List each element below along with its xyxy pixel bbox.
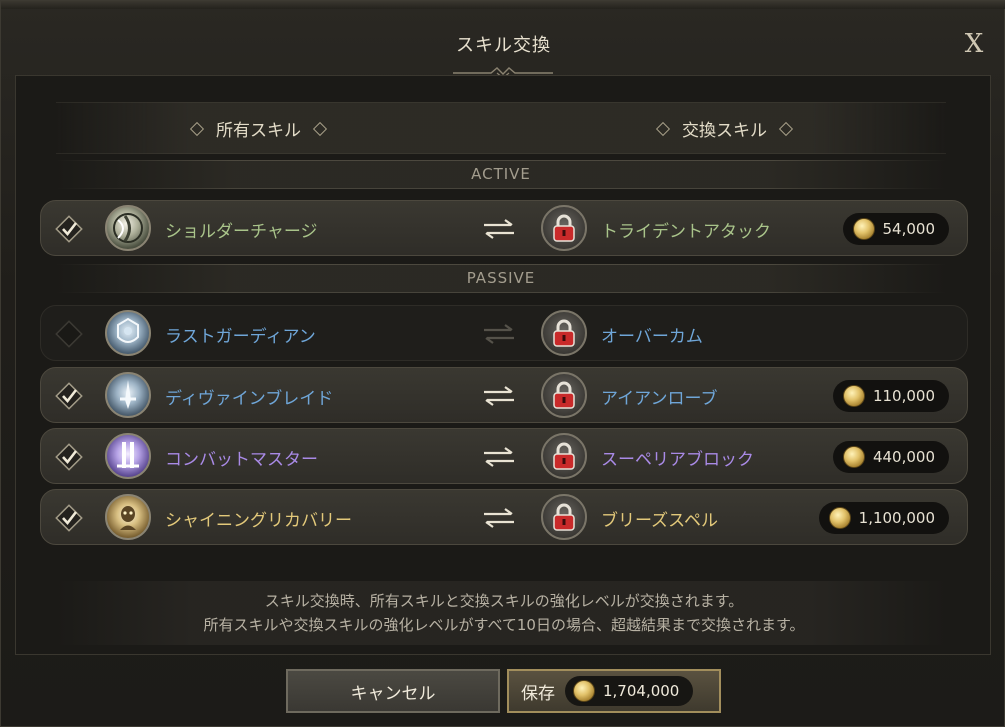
save-button[interactable]: 保存 1,704,000 [507, 669, 721, 713]
gold-coin-icon [842, 446, 865, 468]
locked-skill-icon [541, 372, 587, 418]
passive-section-label: PASSIVE [466, 269, 536, 287]
skill-cost-value: 110,000 [872, 387, 935, 405]
locked-skill-icon [541, 310, 587, 356]
save-button-label: 保存 [521, 683, 555, 704]
notice-line-2: 所有スキルや交換スキルの強化レベルがすべて10日の場合、超越結果まで交換されます… [203, 616, 805, 634]
lock-icon [553, 381, 575, 409]
gold-coin-icon [573, 680, 595, 702]
swap-skill-name: アイアンローブ [601, 389, 718, 409]
swap-skill-name: トライデントアタック [601, 222, 771, 242]
active-section-label: ACTIVE [471, 165, 531, 183]
checkmark-icon[interactable] [55, 382, 83, 410]
divine-blade-skill-icon [105, 372, 151, 418]
checkbox-empty-icon[interactable] [55, 320, 83, 348]
locked-skill-icon [541, 205, 587, 251]
exchange-panel: 所有スキル 交換スキル ACTIVE ショルダーチャージ トライデントアタック … [15, 75, 991, 655]
skill-cost: 54,000 [842, 213, 949, 245]
close-icon: X [964, 29, 984, 59]
gold-coin-icon [852, 218, 875, 240]
cancel-button-label: キャンセル [350, 683, 436, 704]
lock-icon [553, 442, 575, 470]
divider [56, 188, 946, 189]
divider [56, 160, 946, 161]
swap-skill-name: スーペリアブロック [601, 450, 754, 470]
skill-row[interactable]: ディヴァインブレイド アイアンローブ 110,000 [40, 367, 968, 423]
locked-skill-icon [541, 433, 587, 479]
skill-cost: 1,100,000 [818, 502, 949, 534]
divider [56, 264, 946, 265]
last-guardian-skill-icon [105, 310, 151, 356]
diamond-icon [778, 121, 794, 136]
window-top-border [1, 1, 1005, 9]
skill-row[interactable]: ショルダーチャージ トライデントアタック 54,000 [40, 200, 968, 256]
total-cost-value: 1,704,000 [603, 682, 680, 700]
skill-cost-value: 54,000 [882, 220, 936, 238]
cancel-button[interactable]: キャンセル [286, 669, 500, 713]
exchange-arrows-icon [484, 219, 514, 239]
skill-cost-value: 1,100,000 [858, 509, 935, 527]
skill-row[interactable]: ラストガーディアン オーバーカム [40, 305, 968, 361]
checkmark-icon[interactable] [55, 504, 83, 532]
own-skill-name: シャイニングリカバリー [165, 511, 352, 531]
exchange-arrows-icon [484, 386, 514, 406]
skill-cost: 440,000 [832, 441, 949, 473]
swap-skill-column-label: 交換スキル [682, 121, 767, 141]
lock-icon [553, 214, 575, 242]
own-skill-name: ショルダーチャージ [165, 222, 318, 242]
own-skill-name: コンバットマスター [165, 450, 318, 470]
close-button[interactable]: X [959, 29, 989, 59]
shoulder-charge-skill-icon [105, 205, 151, 251]
shining-recovery-skill-icon [105, 494, 151, 540]
total-cost: 1,704,000 [565, 676, 694, 706]
exchange-arrows-icon [484, 447, 514, 467]
skill-exchange-window: スキル交換 X 所有スキル 交換スキル ACTIVE ショルダーチャージ トライ… [0, 0, 1005, 727]
notice-line-1: スキル交換時、所有スキルと交換スキルの強化レベルが交換されます。 [264, 592, 744, 610]
swap-skill-name: オーバーカム [601, 327, 703, 347]
swap-skill-column-header: 交換スキル [655, 116, 794, 141]
lock-icon [553, 319, 575, 347]
own-skill-column-label: 所有スキル [216, 121, 301, 141]
skill-row[interactable]: シャイニングリカバリー ブリーズスペル 1,100,000 [40, 489, 968, 545]
own-skill-name: ディヴァインブレイド [165, 389, 334, 409]
skill-row[interactable]: コンバットマスター スーペリアブロック 440,000 [40, 428, 968, 484]
checkmark-icon[interactable] [55, 443, 83, 471]
exchange-arrows-icon [484, 508, 514, 528]
window-title: スキル交換 [456, 35, 551, 56]
diamond-icon [655, 121, 671, 136]
skill-cost: 110,000 [832, 380, 949, 412]
combat-master-skill-icon [105, 433, 151, 479]
diamond-icon [312, 121, 328, 136]
checkmark-icon[interactable] [55, 215, 83, 243]
own-skill-column-header: 所有スキル [189, 116, 328, 141]
diamond-icon [189, 121, 205, 136]
locked-skill-icon [541, 494, 587, 540]
gold-coin-icon [828, 507, 851, 529]
divider [56, 292, 946, 293]
exchange-arrows-icon [484, 324, 514, 344]
own-skill-name: ラストガーディアン [165, 327, 316, 347]
lock-icon [553, 503, 575, 531]
skill-cost-value: 440,000 [872, 448, 935, 466]
gold-coin-icon [842, 385, 865, 407]
swap-skill-name: ブリーズスペル [601, 511, 718, 531]
